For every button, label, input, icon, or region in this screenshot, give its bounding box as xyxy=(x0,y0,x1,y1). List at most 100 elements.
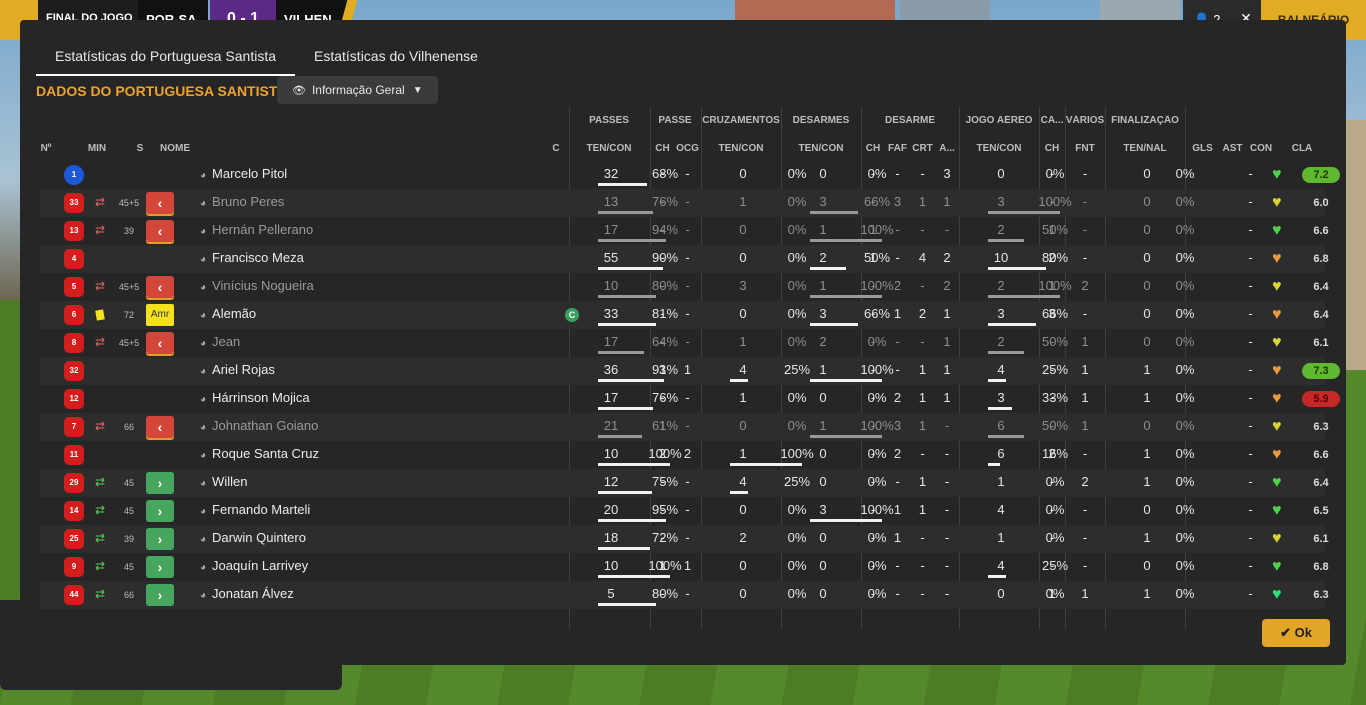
column-header-gls[interactable]: GLS xyxy=(1185,143,1220,154)
player-name-link[interactable]: ◕ Alemão xyxy=(200,301,256,329)
column-header-s[interactable]: S xyxy=(130,143,150,154)
desarme-faf: 1 xyxy=(893,306,902,321)
column-header-ten_con_aereo[interactable]: TEN/CON xyxy=(959,143,1039,154)
assists: - xyxy=(1248,222,1253,237)
column-header-faf[interactable]: FAF xyxy=(885,143,910,154)
stat-value: 0 xyxy=(997,166,1005,181)
tab-away-stats[interactable]: Estatísticas do Vilhenense xyxy=(295,40,497,76)
column-header-ch_passe[interactable]: CH xyxy=(650,143,675,154)
player-row[interactable]: 7 ⇄ 66 ‹ ◕ Johnathan Goiano 21 61% 1-0 0% 1 100% -3 1… xyxy=(40,413,1329,441)
sub-out-button[interactable]: ‹ xyxy=(146,220,174,242)
shirt-icon: 8 xyxy=(64,333,84,353)
sub-out-button[interactable]: ‹ xyxy=(146,332,174,354)
sub-out-button[interactable]: ‹ xyxy=(146,276,174,298)
minutes-played: 45 xyxy=(123,506,134,516)
column-header-cla[interactable]: CLA xyxy=(1277,143,1327,154)
player-row[interactable]: 4 ◕ Francisco Meza 55 90% - -0 0% 2 50% 1-4 2 10 80% 2… xyxy=(40,245,1329,273)
player-row[interactable]: 13 ⇄ 39 ‹ ◕ Hernán Pellerano 17 94% - -0 0% 1 100% 1-… xyxy=(40,217,1329,245)
column-header-nome[interactable]: NOME xyxy=(160,143,200,154)
player-row[interactable]: 6 72 Amr ◕ Alemão C 33 81% - -0 0% 3 66% -1 2 1 3 66% 3-0 0… xyxy=(40,301,1329,329)
player-row[interactable]: 25 ⇄ 39 › ◕ Darwin Quintero 18 72% - -2 0% 0 0% -1- -1… xyxy=(40,525,1329,553)
player-rating: 6.3 xyxy=(1313,589,1329,601)
view-select[interactable]: 👁 Informação Geral ▼ xyxy=(277,76,438,104)
player-name-link[interactable]: ◕ Vinícius Nogueira xyxy=(200,273,314,301)
minutes-played: 45+5 xyxy=(118,338,140,348)
stat-value: 0 xyxy=(819,166,827,181)
column-header-a[interactable]: A... xyxy=(935,143,959,154)
player-name-link[interactable]: ◕ Jonatan Álvez xyxy=(200,581,294,609)
finalizacao-ten: 1 xyxy=(1143,474,1151,489)
sub-in-button[interactable]: › xyxy=(146,556,174,578)
sub-in-button[interactable]: › xyxy=(146,500,174,522)
passe-ocg: - xyxy=(685,166,690,181)
stat-bar xyxy=(988,435,1024,438)
player-row[interactable]: 29 ⇄ 45 › ◕ Willen 12 75% - -4 25% 0 0% - -1-1 0% -2 1 0% -… xyxy=(40,469,1329,497)
column-header-fnt[interactable]: FNT xyxy=(1065,143,1105,154)
column-header-ch_desarme[interactable]: CH xyxy=(861,143,885,154)
player-name-link[interactable]: ◕ Roque Santa Cruz xyxy=(200,441,319,469)
column-header-ten_con_des[interactable]: TEN/CON xyxy=(781,143,861,154)
stats-modal: Estatísticas do Portuguesa Santista Esta… xyxy=(20,20,1346,665)
player-row[interactable]: 32 ◕ Ariel Rojas 36 91% 3 1 4 25% 1 100% - -1 1 4 25% -1… xyxy=(40,357,1340,385)
column-header-ten_nal[interactable]: TEN/NAL xyxy=(1105,143,1185,154)
player-name-link[interactable]: ◕ Hárrinson Mojica xyxy=(200,385,310,413)
passe-ocg: - xyxy=(685,418,690,433)
player-head-icon: ◕ xyxy=(200,450,207,461)
condition-heart-icon: ♥ xyxy=(1272,334,1282,351)
column-header-ten_con_cruz[interactable]: TEN/CON xyxy=(701,143,781,154)
desarme-crt: 1 xyxy=(918,390,927,405)
player-row[interactable]: 9 ⇄ 45 › ◕ Joaquín Larrivey 10 100% 1 1 0 0% 0 0% - - - -… xyxy=(40,553,1329,581)
passe-ocg: - xyxy=(685,390,690,405)
sub-in-button[interactable]: › xyxy=(146,584,174,606)
player-row[interactable]: 8 ⇄ 45+5 ‹ ◕ Jean 17 64% - -1 0% 2 0% - - -1 2 50% -1 0 0% - ♥… xyxy=(40,329,1329,357)
player-row[interactable]: 12 ◕ Hárrinson Mojica 17 76% - -1 0% 0 0% -2 1 1 3 33%… xyxy=(40,385,1340,413)
column-header-ocg[interactable]: OCG xyxy=(675,143,700,154)
player-rating: 6.1 xyxy=(1313,533,1329,545)
player-row[interactable]: 14 ⇄ 45 › ◕ Fernando Marteli 20 95% - -0 0% 3 100% -1… xyxy=(40,497,1329,525)
column-header-num[interactable]: Nº xyxy=(36,143,56,154)
column-header-ten_con_passes[interactable]: TEN/CON xyxy=(569,143,649,154)
player-name-link[interactable]: ◕ Marcelo Pitol xyxy=(200,161,287,189)
column-header-crt[interactable]: CRT xyxy=(910,143,935,154)
sub-out-button[interactable]: ‹ xyxy=(146,192,174,214)
assists: - xyxy=(1248,558,1253,573)
player-name-link[interactable]: ◕ Willen xyxy=(200,469,247,497)
desarme-a: - xyxy=(944,558,950,573)
player-row[interactable]: 44 ⇄ 66 › ◕ Jonatan Álvez 5 80% - -0 0% 0 0% - - - -0 0% 1… xyxy=(40,581,1329,609)
passe-ocg: - xyxy=(685,474,690,489)
player-name-link[interactable]: ◕ Jean xyxy=(200,329,240,357)
player-name-link[interactable]: ◕ Fernando Marteli xyxy=(200,497,310,525)
player-name: Joaquín Larrivey xyxy=(212,558,309,573)
player-rating: 6.5 xyxy=(1313,505,1329,517)
player-name-link[interactable]: ◕ Darwin Quintero xyxy=(200,525,306,553)
ok-button[interactable]: ✔ Ok xyxy=(1262,619,1330,647)
player-row[interactable]: 11 ◕ Roque Santa Cruz 10 100% 2 2 1 100% 0 0% -2- -6… xyxy=(40,441,1329,469)
desarme-ch: - xyxy=(870,390,876,405)
assists: - xyxy=(1248,278,1253,293)
finalizacao-ten: 0 xyxy=(1143,278,1151,293)
player-row[interactable]: 5 ⇄ 45+5 ‹ ◕ Vinícius Nogueira 10 80% - -3 0% 1 100%… xyxy=(40,273,1329,301)
player-name-link[interactable]: ◕ Johnathan Goiano xyxy=(200,413,318,441)
player-name-link[interactable]: ◕ Joaquín Larrivey xyxy=(200,553,308,581)
player-name-link[interactable]: ◕ Ariel Rojas xyxy=(200,357,275,385)
player-row[interactable]: 1 ◕ Marcelo Pitol 32 68% - -0 0% 0 0% - - -3 0 0% - -0 0%… xyxy=(40,161,1340,189)
column-header-ch_ca[interactable]: CH xyxy=(1039,143,1065,154)
column-header-con[interactable]: CON xyxy=(1245,143,1277,154)
condition-heart-icon: ♥ xyxy=(1272,390,1282,407)
player-row[interactable]: 33 ⇄ 45+5 ‹ ◕ Bruno Peres 13 76% - -1 0% 3 66% -3 1 1 3 1… xyxy=(40,189,1329,217)
sub-out-button[interactable]: ‹ xyxy=(146,416,174,438)
tab-home-stats[interactable]: Estatísticas do Portuguesa Santista xyxy=(36,40,296,76)
desarme-a: 1 xyxy=(943,194,951,209)
player-name-link[interactable]: ◕ Bruno Peres xyxy=(200,189,284,217)
player-head-icon: ◕ xyxy=(200,226,207,237)
desarme-a: 1 xyxy=(943,334,951,349)
column-header-min[interactable]: MIN xyxy=(82,143,112,154)
player-name-link[interactable]: ◕ Hernán Pellerano xyxy=(200,217,313,245)
desarme-faf: 2 xyxy=(893,278,902,293)
substitution-icon: ⇄ xyxy=(95,475,106,489)
sub-in-button[interactable]: › xyxy=(146,472,174,494)
player-name-link[interactable]: ◕ Francisco Meza xyxy=(200,245,304,273)
sub-in-button[interactable]: › xyxy=(146,528,174,550)
column-header-c[interactable]: C xyxy=(546,143,566,154)
column-header-ast[interactable]: AST xyxy=(1220,143,1245,154)
